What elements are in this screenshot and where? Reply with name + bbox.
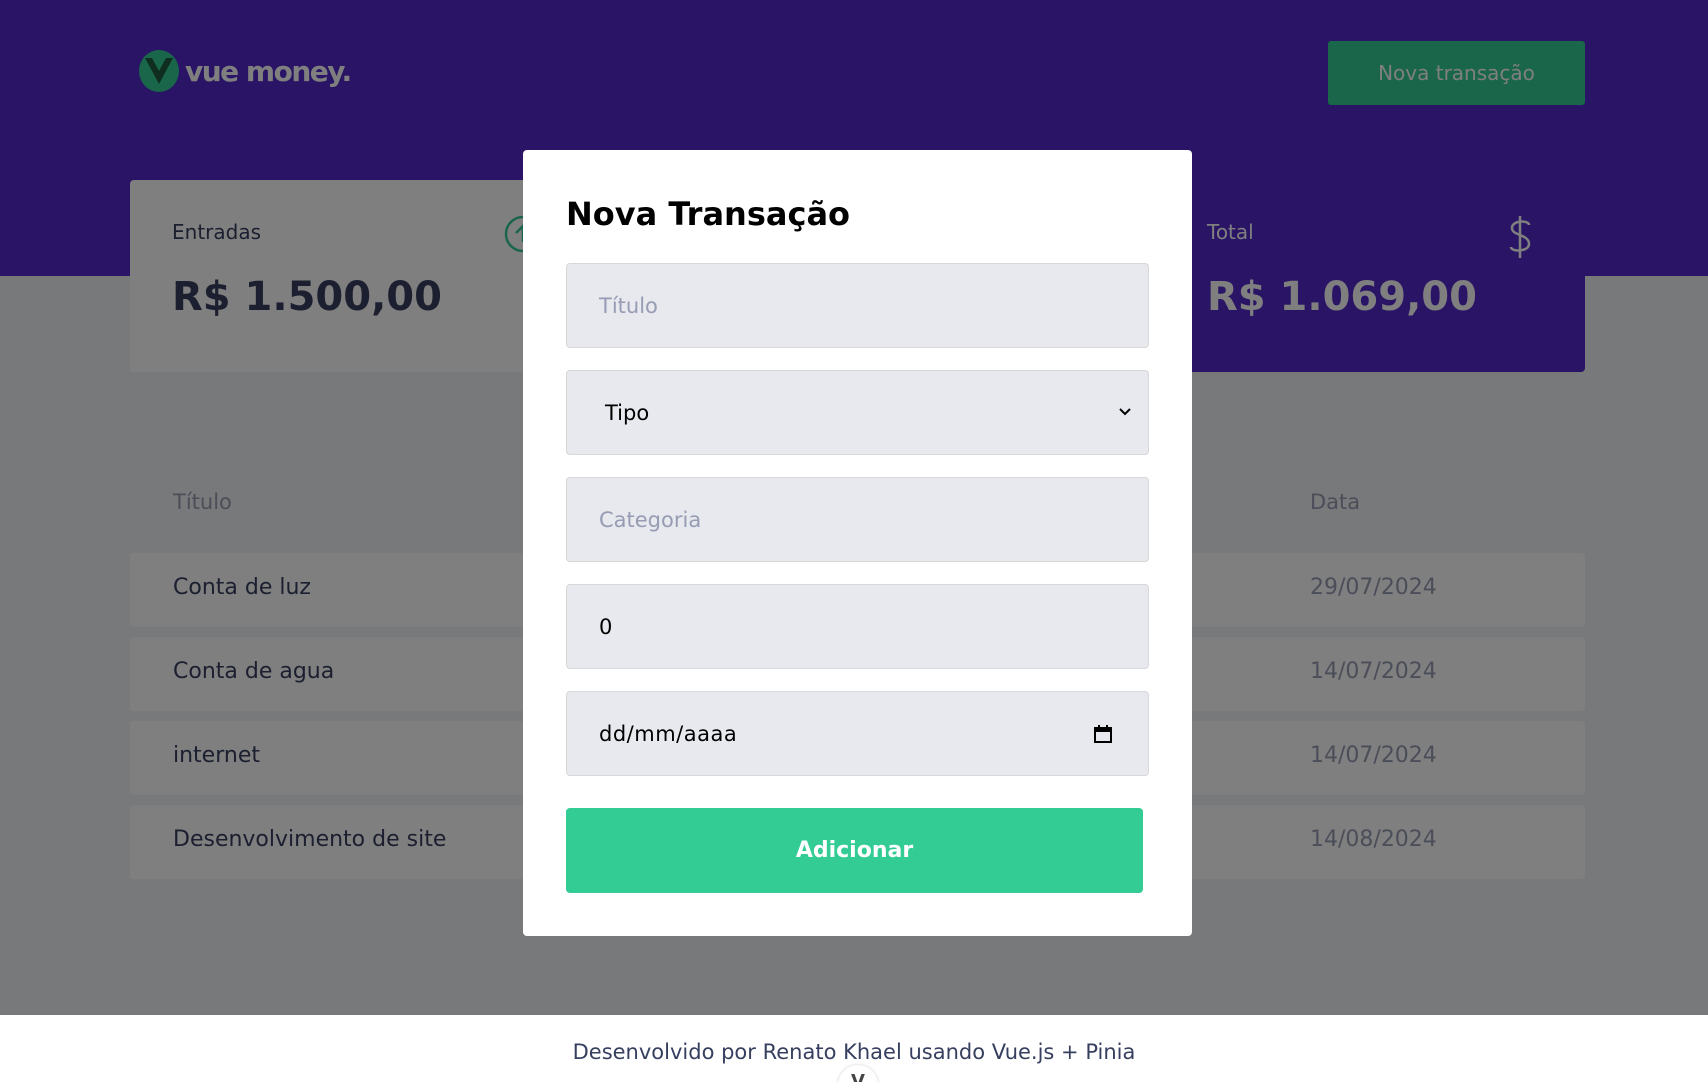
category-input[interactable]: Categoria: [566, 477, 1149, 562]
title-placeholder: Título: [599, 293, 658, 318]
add-button[interactable]: Adicionar: [566, 808, 1143, 893]
calendar-icon[interactable]: [1093, 724, 1113, 744]
chevron-down-icon: [1119, 408, 1131, 416]
category-placeholder: Categoria: [599, 507, 702, 532]
type-select[interactable]: Tipo: [566, 370, 1149, 455]
vue-badge-icon[interactable]: V: [838, 1065, 878, 1082]
modal-title: Nova Transação: [566, 195, 851, 233]
footer-text: Desenvolvido por Renato Khael usando Vue…: [572, 1040, 1136, 1064]
new-transaction-modal: Nova Transação Título Tipo Categoria 0 d…: [523, 150, 1192, 936]
date-placeholder: dd/mm/aaaa: [599, 721, 738, 746]
amount-value: 0: [599, 614, 613, 639]
title-input[interactable]: Título: [566, 263, 1149, 348]
footer: Desenvolvido por Renato Khael usando Vue…: [0, 1015, 1708, 1082]
type-selected-value: Tipo: [605, 400, 650, 425]
date-input[interactable]: dd/mm/aaaa: [566, 691, 1149, 776]
amount-input[interactable]: 0: [566, 584, 1149, 669]
